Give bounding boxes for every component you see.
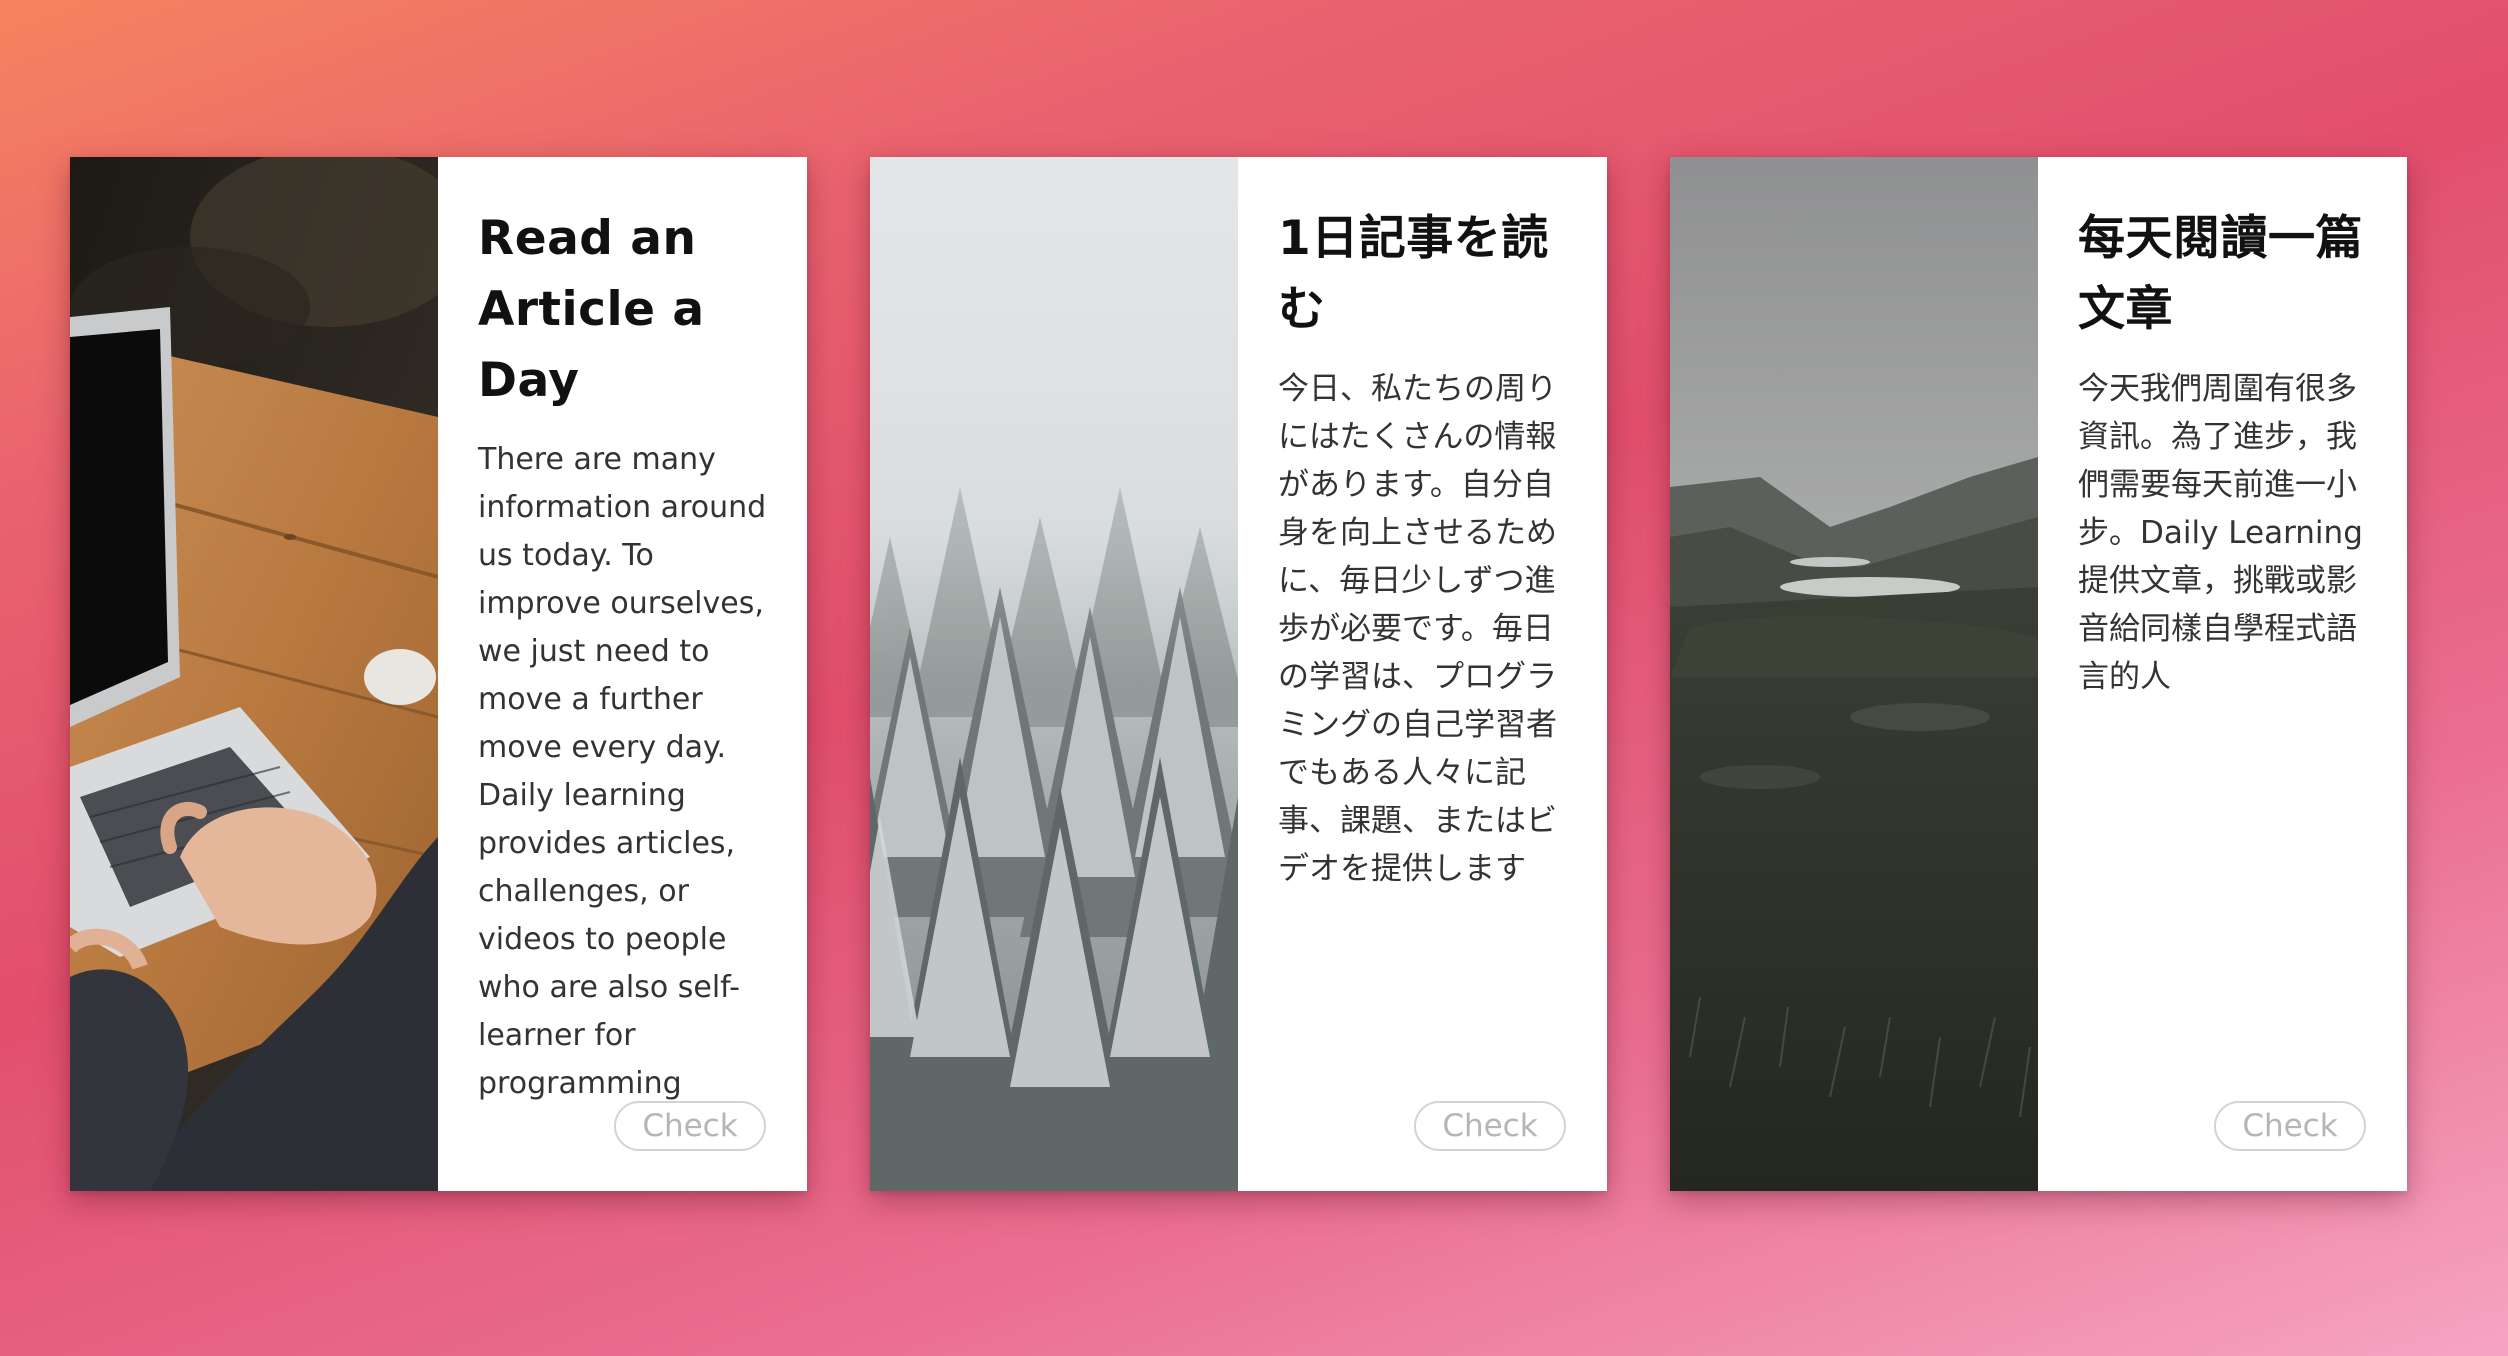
card-description: 今天我們周圍有很多資訊。為了進步，我們需要每天前進一小步。Daily Learn…: [2078, 371, 2363, 695]
card-title: 1日記事を読む: [1278, 211, 1549, 337]
card-description: There are many information around us tod…: [478, 442, 767, 1101]
card-content: 1日記事を読む 今日、私たちの周りにはたくさんの情報があります。自分自身を向上さ…: [1238, 157, 1607, 1191]
article-card: Read an Article a Day There are many inf…: [70, 157, 807, 1191]
card-content: 每天閱讀一篇文章 今天我們周圍有很多資訊。為了進步，我們需要每天前進一小步。Da…: [2038, 157, 2407, 1191]
check-button[interactable]: Check: [614, 1101, 766, 1151]
laptop-photo: [70, 157, 438, 1191]
card-content: Read an Article a Day There are many inf…: [438, 157, 807, 1191]
card-title: Read an Article a Day: [478, 211, 705, 408]
article-card: 1日記事を読む 今日、私たちの周りにはたくさんの情報があります。自分自身を向上さ…: [870, 157, 1607, 1191]
article-card: 每天閱讀一篇文章 今天我們周圍有很多資訊。為了進步，我們需要每天前進一小步。Da…: [1670, 157, 2407, 1191]
check-button[interactable]: Check: [2214, 1101, 2366, 1151]
card-title: 每天閱讀一篇文章: [2078, 211, 2363, 337]
check-button[interactable]: Check: [1414, 1101, 1566, 1151]
card-description: 今日、私たちの周りにはたくさんの情報があります。自分自身を向上させるために、毎日…: [1278, 371, 1557, 887]
mountain-valley-photo: [1670, 157, 2038, 1191]
snowy-forest-photo: [870, 157, 1238, 1191]
